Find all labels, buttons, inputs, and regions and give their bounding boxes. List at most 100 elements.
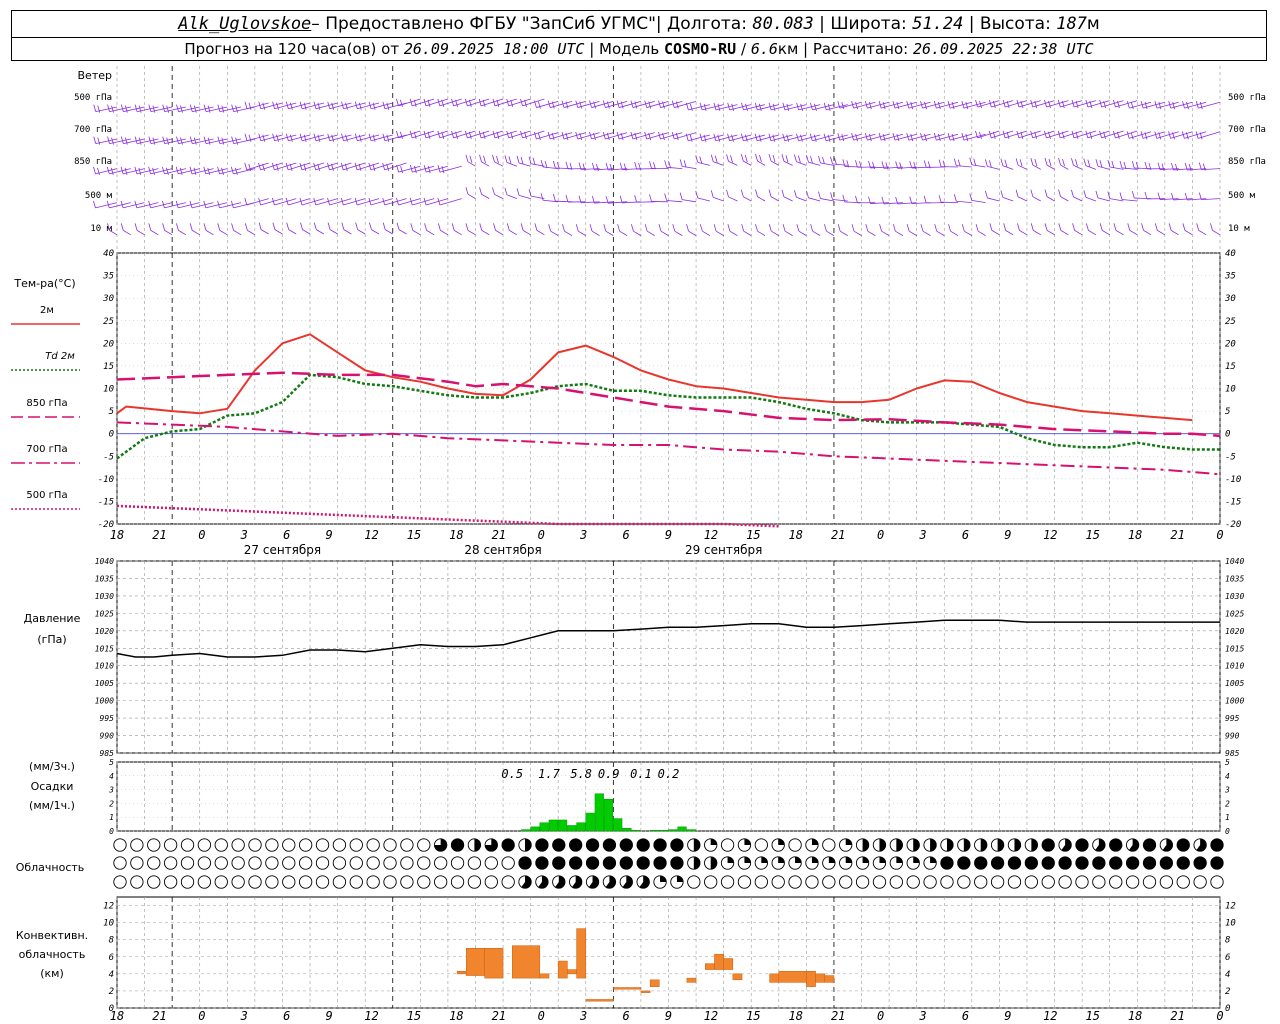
time-tick-label-bottom: 6 [622, 1009, 629, 1023]
cloud-symbol [248, 838, 262, 852]
wind-barb [591, 230, 600, 236]
wind-barb-flag [664, 193, 668, 201]
temperature-tick-label-right: 30 [1224, 294, 1236, 304]
cloud-symbol [265, 838, 279, 852]
wind-barb-flag [1130, 132, 1134, 140]
wind-barb-flag [689, 134, 693, 142]
wind-barb [205, 230, 214, 236]
time-tick-label-bottom: 0 [877, 1009, 884, 1023]
cloud-symbol [231, 875, 245, 889]
meteogram-chart: Ветер 500 гПа 500 гПа 700 гПа 700 гПа 850 гПа… [11, 66, 1266, 1023]
cloud-symbol [1142, 856, 1157, 870]
wind-barb [426, 230, 435, 236]
cloud-symbol-fill [778, 838, 785, 845]
wind-level-label-left: 700 гПа [74, 125, 112, 135]
wind-barb [343, 229, 352, 235]
wind-barb-flag [923, 160, 927, 168]
wind-barb-flag [683, 160, 687, 168]
wind-barb [1198, 230, 1207, 236]
pressure-tick-label-left: 995 [100, 714, 115, 723]
wind-barb-flag [1168, 223, 1172, 231]
wind-barb-flag [382, 222, 386, 230]
wind-barb-flag [231, 136, 235, 144]
wind-barb-flag [1004, 159, 1008, 167]
cloud-symbol [990, 875, 1005, 889]
wind-barb-flag [493, 223, 496, 231]
convective-bar [484, 947, 504, 979]
cloud-symbol [552, 838, 566, 852]
temperature-tick-label-left: 35 [102, 272, 114, 282]
cloud-symbol [1007, 875, 1022, 889]
convective-bar [576, 928, 587, 979]
wind-barb-flag [938, 159, 942, 167]
convective-tick-label-right: 10 [1225, 919, 1236, 929]
cloud-symbol [197, 838, 212, 852]
time-tick-label-bottom: 0 [1216, 1009, 1223, 1023]
wind-barb-flag [634, 195, 638, 203]
cloud-symbol [1125, 875, 1140, 889]
wind-barb-flag [538, 101, 541, 109]
wind-barb-flag [217, 223, 221, 231]
wind-barb-flag [879, 224, 882, 232]
precipitation-bar [668, 829, 678, 832]
wind-barb-flag [286, 222, 290, 230]
wind-barb [1017, 196, 1028, 202]
wind-barb-flag [679, 192, 683, 200]
wind-barb [481, 230, 490, 236]
cloud-symbol [1142, 838, 1157, 852]
wind-barb-flag [768, 153, 772, 162]
wind-barb-flag [1198, 192, 1202, 200]
cloud-symbol [1058, 875, 1072, 889]
wind-barb-flag [369, 222, 372, 230]
wind-barb-flag [1000, 158, 1004, 166]
wind-barb [832, 199, 848, 202]
wind-barb [518, 162, 531, 167]
convective-tick-label-right: 0 [1225, 1004, 1230, 1014]
wind-barb-flag [424, 223, 427, 231]
wind-barb [1033, 230, 1041, 236]
convective-bar [613, 987, 642, 990]
wind-barb-flag [1072, 223, 1075, 231]
wind-barb [440, 230, 449, 236]
cloud-symbol-fill [761, 856, 768, 863]
cloud-symbol-fill [1014, 838, 1021, 852]
time-tick-label-bottom: 21 [1170, 1009, 1184, 1023]
wind-barb [757, 230, 766, 236]
wind-barb-flag [152, 105, 156, 113]
time-tick-label: 18 [789, 528, 803, 542]
temperature-tick-label-left: -5 [103, 452, 114, 462]
precipitation-3h-total: 5.8 [570, 767, 592, 781]
wind-barb [715, 230, 724, 236]
wind-barb [796, 161, 807, 166]
cloud-symbol [1041, 875, 1055, 889]
wind-barb-flag [727, 224, 731, 232]
wind-barb [977, 230, 986, 236]
cloud-symbol [197, 856, 212, 870]
cloud-symbol-fill [693, 838, 701, 852]
wind-barb [1085, 196, 1097, 202]
wind-barb-flag [244, 101, 248, 109]
cloud-symbol [670, 838, 684, 852]
time-tick-label: 18 [1128, 528, 1142, 542]
wind-barb [840, 230, 848, 236]
wind-barb [357, 198, 380, 206]
wind-barb [770, 196, 779, 202]
time-tick-label: 0 [538, 528, 545, 542]
wind-barb-flag [134, 104, 138, 112]
time-tick-label: 15 [407, 528, 421, 542]
cloud-symbol [1024, 875, 1039, 889]
wind-barb-flag [649, 161, 652, 169]
wind-barb-flag [465, 154, 469, 162]
wind-barb-flag [644, 224, 648, 232]
wind-barb [1060, 196, 1069, 202]
convective-bar [640, 990, 651, 993]
wind-barb-flag [892, 224, 896, 232]
temperature-tick-label-right: -20 [1225, 520, 1241, 530]
cloud-symbol [839, 875, 853, 889]
convective-tick-label-right: 2 [1225, 987, 1230, 997]
wind-barb [908, 230, 917, 236]
wind-barb [796, 196, 807, 202]
time-tick-label: 12 [1043, 528, 1057, 542]
wind-barb [1115, 230, 1124, 236]
pressure-tick-label-left: 1010 [95, 662, 114, 671]
